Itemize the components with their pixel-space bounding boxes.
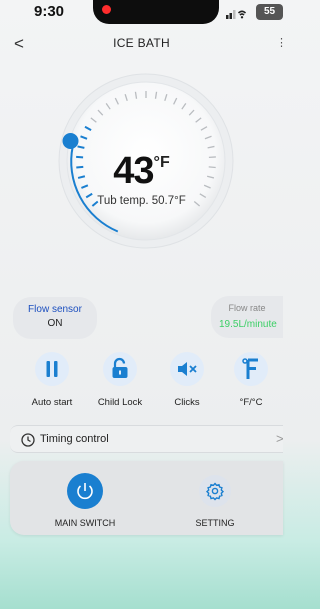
flow-sensor-pill[interactable]: Flow sensor ON <box>13 297 97 339</box>
main-switch-label: MAIN SWITCH <box>54 518 116 528</box>
unit-toggle-button[interactable] <box>234 352 268 386</box>
flow-sensor-label: Flow sensor <box>28 304 82 315</box>
gear-icon <box>205 482 225 501</box>
main-switch-button[interactable] <box>67 473 103 509</box>
child-lock-button[interactable] <box>103 352 137 386</box>
flow-rate-value: 19.5L/minute <box>219 319 277 330</box>
set-temperature-unit: °F <box>153 154 170 171</box>
timing-control-row[interactable]: Timing control > <box>10 425 284 453</box>
battery-icon: 55 <box>256 4 283 20</box>
clicks-label: Clicks <box>174 397 200 408</box>
flow-rate-label: Flow rate <box>228 303 266 313</box>
status-time: 9:30 <box>34 3 65 20</box>
signal-wifi-icon <box>226 10 246 19</box>
power-icon <box>77 483 93 500</box>
chevron-right-icon: > <box>276 431 284 446</box>
clicks-button[interactable] <box>170 352 204 386</box>
unit-toggle-label: °F/°C <box>239 397 263 408</box>
clock-icon <box>21 433 35 447</box>
auto-start-button[interactable] <box>35 352 69 386</box>
flow-rate-pill: Flow rate 19.5L/minute <box>211 296 283 338</box>
child-lock-label: Child Lock <box>97 397 143 408</box>
dial-tick <box>77 145 85 149</box>
recording-dot-icon <box>102 5 111 14</box>
page-title: ICE BATH <box>113 36 170 50</box>
setting-button[interactable] <box>199 475 231 507</box>
unlock-icon <box>112 357 128 378</box>
notch <box>93 0 219 24</box>
pause-icon <box>46 361 58 377</box>
setting-label: SETTING <box>195 518 235 528</box>
auto-start-label: Auto start <box>31 397 73 408</box>
timing-control-label: Timing control <box>40 433 109 445</box>
tub-temperature: Tub temp. 50.7°F <box>97 195 186 207</box>
flow-sensor-value: ON <box>47 318 63 329</box>
fahrenheit-icon <box>242 358 258 379</box>
more-icon[interactable]: ⋮ <box>276 36 287 49</box>
status-bar: 9:30 55 <box>0 0 283 28</box>
dial-knob[interactable] <box>62 133 79 149</box>
set-temperature-value: 43 <box>113 150 154 192</box>
set-temperature: 43°F <box>0 150 283 193</box>
mute-icon <box>178 362 197 376</box>
